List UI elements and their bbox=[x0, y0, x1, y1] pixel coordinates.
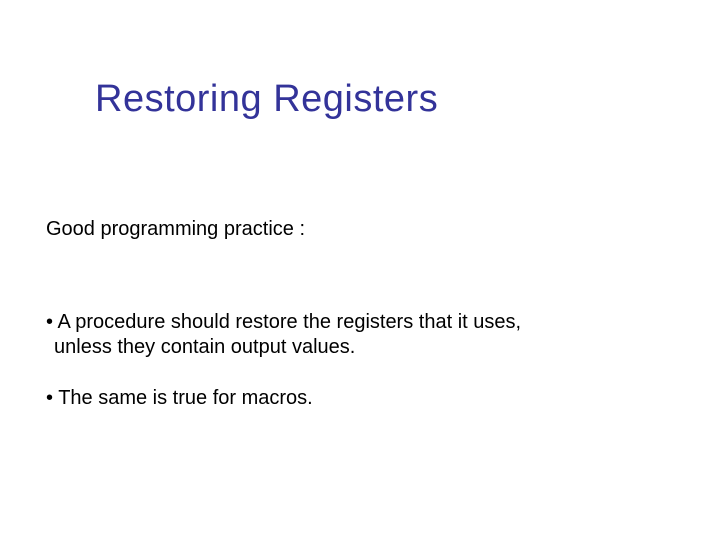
slide: Restoring Registers Good programming pra… bbox=[0, 0, 720, 540]
bullet-text-line2: unless they contain output values. bbox=[46, 335, 666, 360]
bullet-text-line1: A procedure should restore the registers… bbox=[46, 311, 521, 333]
list-item: The same is true for macros. bbox=[46, 386, 666, 411]
slide-title: Restoring Registers bbox=[95, 78, 438, 121]
list-item: A procedure should restore the registers… bbox=[46, 310, 666, 360]
bullet-list: A procedure should restore the registers… bbox=[46, 310, 666, 437]
slide-subhead: Good programming practice : bbox=[46, 218, 305, 241]
bullet-text-line1: The same is true for macros. bbox=[46, 387, 313, 409]
